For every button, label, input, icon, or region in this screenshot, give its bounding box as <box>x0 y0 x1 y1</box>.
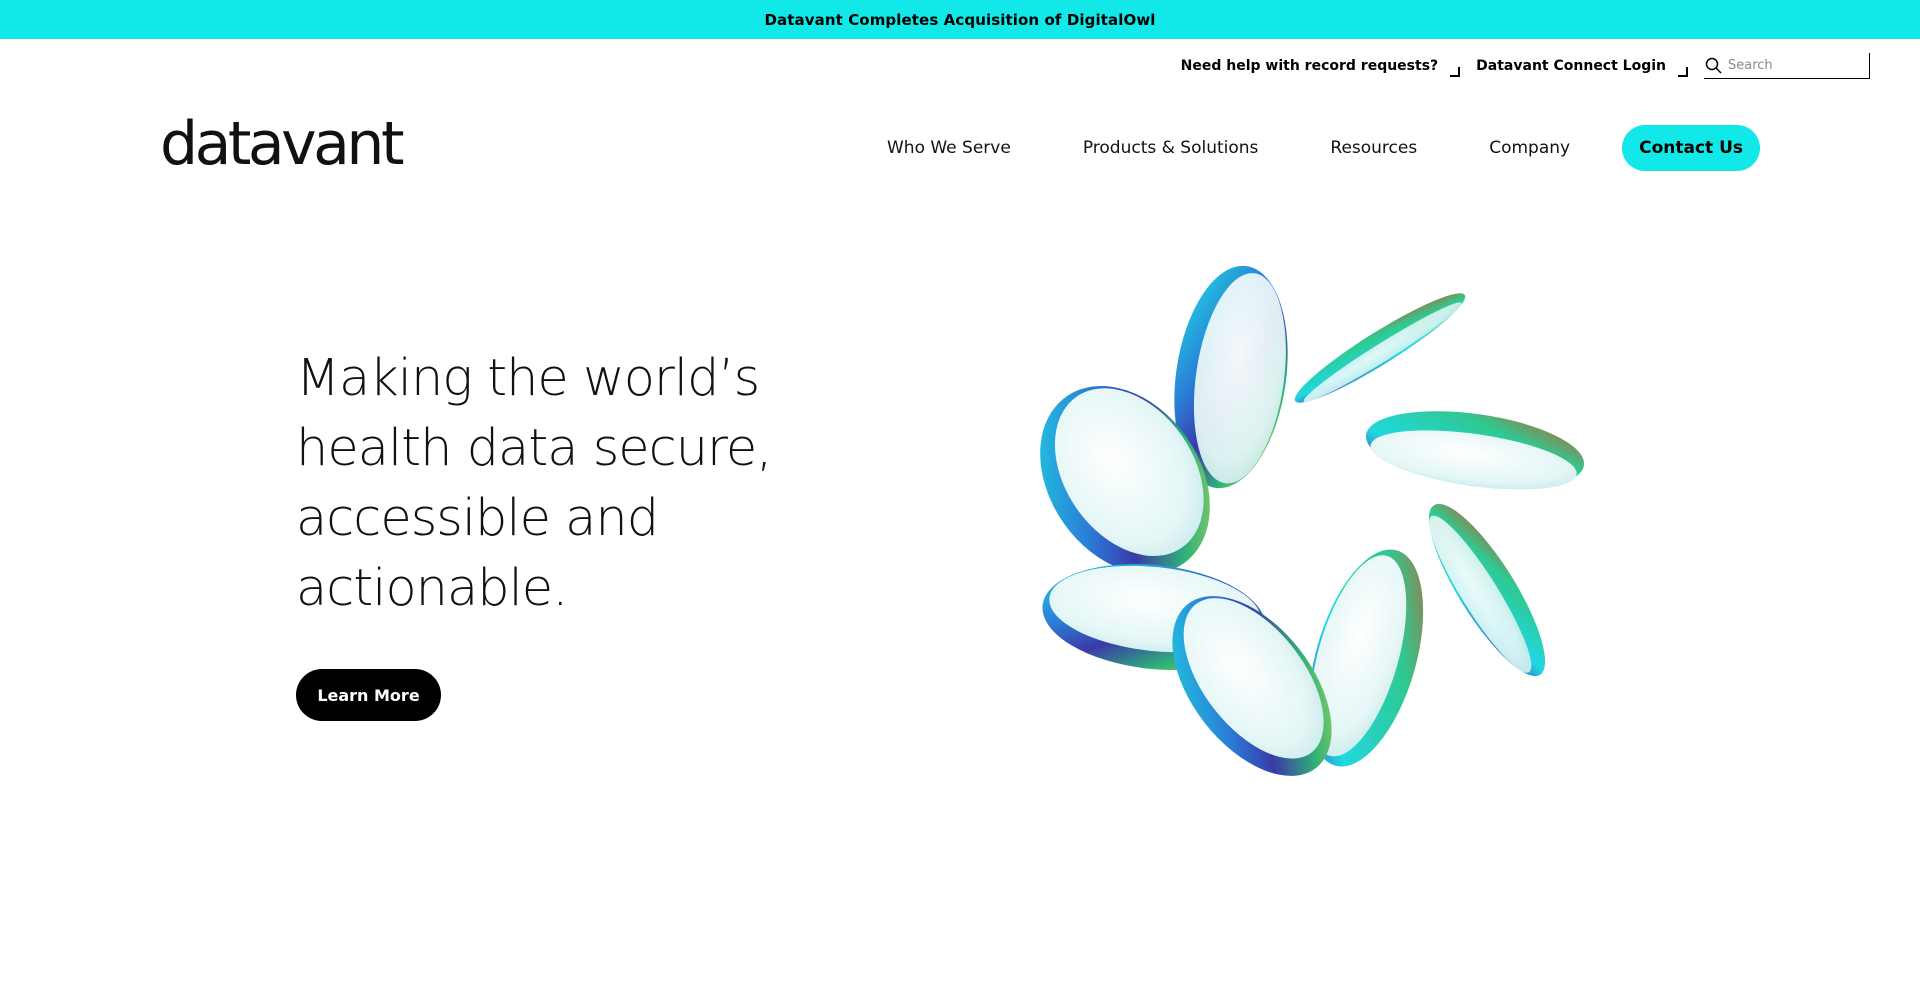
nav-company[interactable]: Company <box>1489 138 1570 158</box>
hero-heading-line: accessible and <box>296 489 659 548</box>
nav-resources[interactable]: Resources <box>1330 138 1417 158</box>
connect-login-label: Datavant Connect Login <box>1476 58 1666 74</box>
hero-heading-line: health data secure, <box>296 419 773 478</box>
connect-login-link[interactable]: Datavant Connect Login <box>1476 58 1688 77</box>
glass-disc <box>1294 293 1466 403</box>
utility-bar: Need help with record requests? Datavant… <box>1181 52 1870 80</box>
learn-more-button[interactable]: Learn More <box>296 669 441 721</box>
hero-heading-line: actionable. <box>296 559 568 618</box>
hero-heading: Making the world’s health data secure, a… <box>296 344 816 624</box>
glass-disc <box>1428 503 1546 677</box>
main-nav: Who We Serve Products & Solutions Resour… <box>887 125 1760 171</box>
external-link-icon <box>1678 67 1688 77</box>
datavant-logo[interactable]: datavant <box>160 114 404 174</box>
search-box[interactable] <box>1704 53 1870 79</box>
external-link-icon <box>1450 67 1461 77</box>
nav-who-we-serve[interactable]: Who We Serve <box>887 138 1011 158</box>
announcement-banner[interactable]: Datavant Completes Acquisition of Digita… <box>0 0 1920 39</box>
search-input[interactable] <box>1728 58 1858 73</box>
contact-us-button[interactable]: Contact Us <box>1622 125 1760 171</box>
record-requests-link[interactable]: Need help with record requests? <box>1180 58 1461 77</box>
search-icon <box>1705 57 1722 74</box>
hero-heading-line: Making the world’s <box>296 349 760 408</box>
glass-disc-art <box>1040 265 1585 776</box>
glass-disc <box>1365 411 1585 490</box>
record-requests-label: Need help with record requests? <box>1180 58 1439 74</box>
nav-products-solutions[interactable]: Products & Solutions <box>1083 138 1259 158</box>
